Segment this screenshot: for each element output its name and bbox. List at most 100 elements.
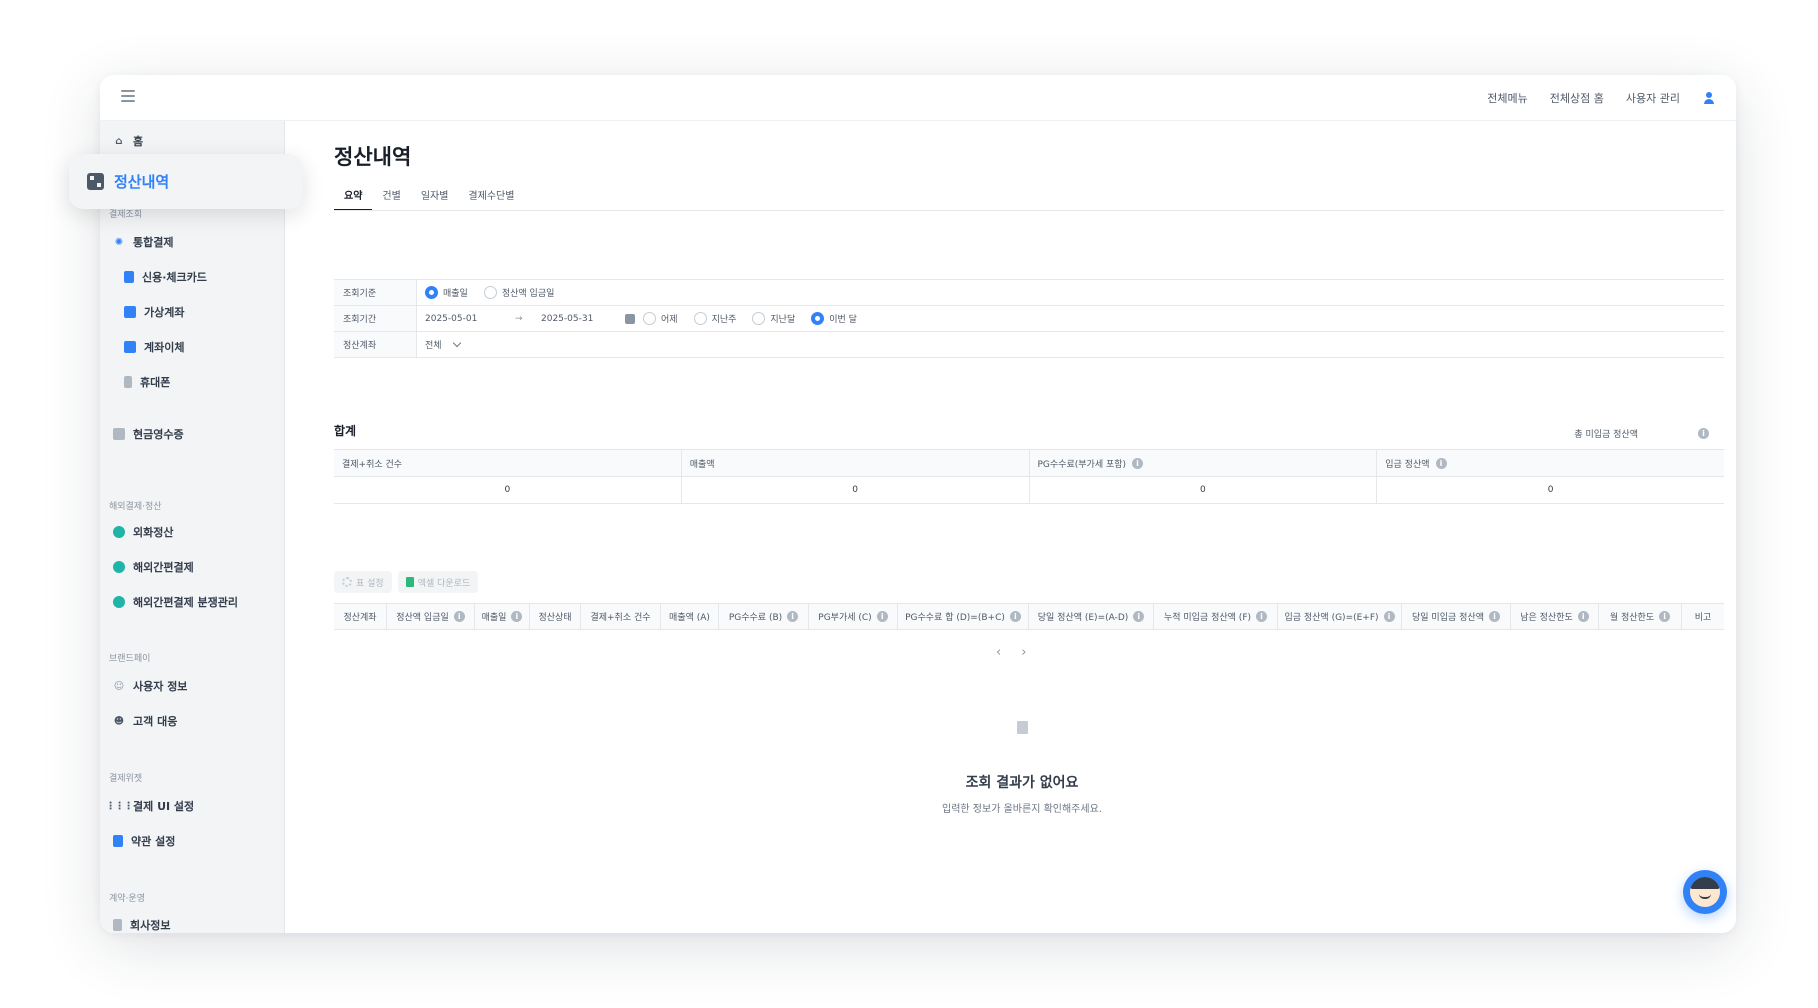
- sidebar-item-card[interactable]: 신용·체크카드: [124, 269, 207, 285]
- column-header: PG부가세 (C) i: [809, 604, 898, 629]
- sidebar-item-label: 현금영수증: [133, 428, 184, 441]
- sidebar-item-label: 홈: [133, 135, 144, 148]
- sidebar-item-home[interactable]: ⌂ 홈: [113, 133, 143, 149]
- receipt-icon: [113, 428, 125, 440]
- end-date-input[interactable]: 2025-05-31: [541, 314, 617, 324]
- info-icon[interactable]: i: [511, 611, 523, 622]
- info-icon[interactable]: i: [1383, 611, 1395, 622]
- radio-label: 어제: [661, 315, 678, 325]
- table-settings-button[interactable]: 표 설정: [334, 571, 392, 593]
- globe-icon: [113, 596, 125, 608]
- start-date-input[interactable]: 2025-05-01: [425, 314, 515, 324]
- sidebar-item-label: 고객 대응: [133, 715, 178, 728]
- info-icon[interactable]: i: [1009, 611, 1021, 622]
- sidebar-item-label: 약관 설정: [131, 835, 176, 848]
- info-icon[interactable]: i: [1256, 611, 1268, 622]
- user-management-link[interactable]: 사용자 관리: [1626, 90, 1680, 106]
- info-icon[interactable]: i: [1435, 457, 1447, 469]
- page-title: 정산내역: [334, 145, 412, 169]
- sidebar-item-label: 신용·체크카드: [142, 271, 207, 284]
- radio-icon: [643, 312, 656, 325]
- detail-table-header: 정산계좌 정산액 입금일 i 매출일 i 정산상태 결제+취소 건수 매출액 (A)…: [334, 603, 1724, 630]
- agent-icon: ☻: [113, 715, 125, 727]
- info-icon[interactable]: i: [787, 611, 799, 622]
- info-icon[interactable]: i: [1132, 457, 1144, 469]
- tab-by-method[interactable]: 결제수단별: [458, 187, 524, 211]
- column-header: 입금 정산액 (G)=(E+F) i: [1278, 604, 1402, 629]
- column-header: 매출액 (A): [661, 604, 719, 629]
- sidebar-item-overseas-simple[interactable]: 해외간편결제: [113, 559, 194, 575]
- sidebar-item-label: 해외간편결제 분쟁관리: [133, 596, 239, 609]
- top-bar: 전체메뉴 전체상점 홈 사용자 관리: [100, 75, 1736, 121]
- radio-last-month[interactable]: 지난달: [752, 312, 795, 325]
- info-icon[interactable]: i: [1659, 611, 1671, 622]
- radio-yesterday[interactable]: 어제: [643, 312, 678, 325]
- all-menu-link[interactable]: 전체메뉴: [1487, 90, 1527, 106]
- sidebar-item-transfer[interactable]: 계좌이체: [124, 339, 184, 355]
- sidebar-item-integrated[interactable]: ✺ 통합결제: [113, 234, 174, 250]
- column-header: 정산상태: [530, 604, 581, 629]
- summary-header-row: 결제+취소 건수 매출액 PG수수료(부가세 포함) i 입금 정산액 i: [334, 450, 1724, 477]
- pagination: ‹ ›: [996, 645, 1026, 660]
- active-item-label: 정산내역: [114, 173, 170, 191]
- column-label: 월 정산한도: [1609, 613, 1655, 623]
- total-unpaid: 총 미입금 정산액 i: [1574, 427, 1709, 440]
- select-value: 전체: [425, 341, 442, 351]
- sidebar-item-customer[interactable]: ☻ 고객 대응: [113, 713, 178, 729]
- transfer-icon: [124, 341, 136, 353]
- sidebar-item-terms[interactable]: 약관 설정: [113, 833, 175, 849]
- filter-label: 조회기간: [334, 306, 417, 331]
- tab-divider: [334, 210, 1724, 211]
- tab-summary[interactable]: 요약: [334, 187, 373, 211]
- excel-download-button[interactable]: 엑셀 다운로드: [397, 571, 479, 593]
- sidebar-item-ui-settings[interactable]: ⋮⋮⋮ 결제 UI 설정: [106, 798, 195, 814]
- sidebar-item-overseas-dispute[interactable]: 해외간편결제 분쟁관리: [113, 594, 238, 610]
- home-icon: ⌂: [115, 135, 123, 147]
- summary-header-cell: 입금 정산액 i: [1377, 450, 1724, 476]
- info-icon[interactable]: i: [1698, 428, 1709, 439]
- sidebar-item-company[interactable]: 회사정보: [113, 917, 170, 933]
- column-label: 정산계좌: [343, 613, 377, 623]
- sidebar-item-fx[interactable]: 외화정산: [113, 524, 173, 540]
- sidebar-item-user-info[interactable]: ☺ 사용자 정보: [113, 678, 188, 694]
- sidebar-item-cash-receipt[interactable]: 현금영수증: [113, 426, 184, 442]
- radio-selected-icon: [425, 286, 438, 299]
- user-icon[interactable]: [1702, 91, 1716, 105]
- filter-label: 조회기준: [334, 280, 417, 305]
- button-label: 표 설정: [356, 578, 384, 589]
- calendar-icon[interactable]: [625, 313, 635, 324]
- info-icon[interactable]: i: [453, 611, 465, 622]
- radio-this-month[interactable]: 이번 달: [811, 312, 857, 325]
- info-icon[interactable]: i: [1133, 611, 1145, 622]
- column-label: 당일 미입금 정산액: [1412, 613, 1484, 623]
- next-page-button[interactable]: ›: [1021, 645, 1026, 660]
- button-label: 엑셀 다운로드: [417, 578, 471, 589]
- app-window: 전체메뉴 전체상점 홈 사용자 관리 ⌂ 홈 결제조회 ✺ 통합결제 신용·체크…: [100, 75, 1736, 933]
- summary-title: 합계: [334, 424, 357, 438]
- chat-support-button[interactable]: [1683, 870, 1727, 914]
- virtual-account-icon: [124, 306, 136, 318]
- account-select[interactable]: 전체: [425, 338, 461, 351]
- tab-by-item[interactable]: 건별: [372, 187, 410, 211]
- column-label: PG수수료 (B): [728, 613, 783, 623]
- sidebar-item-virtual-account[interactable]: 가상계좌: [124, 304, 184, 320]
- summary-header-cell: PG수수료(부가세 포함) i: [1029, 450, 1378, 476]
- radio-sales-date[interactable]: 매출일: [425, 286, 468, 299]
- all-store-home-link[interactable]: 전체상점 홈: [1550, 90, 1604, 106]
- sidebar-item-phone[interactable]: 휴대폰: [124, 374, 170, 390]
- tab-by-date[interactable]: 일자별: [411, 187, 459, 211]
- sidebar-item-label: 회사정보: [130, 919, 171, 932]
- sidebar-item-settlement-active[interactable]: 정산내역: [69, 154, 303, 209]
- sidebar-item-label: 계좌이체: [144, 341, 185, 354]
- hamburger-icon[interactable]: [117, 87, 139, 109]
- info-icon[interactable]: i: [1488, 611, 1500, 622]
- summary-table: 결제+취소 건수 매출액 PG수수료(부가세 포함) i 입금 정산액 i 0 0 …: [334, 449, 1724, 504]
- info-icon[interactable]: i: [876, 611, 888, 622]
- info-icon[interactable]: i: [1577, 611, 1589, 622]
- sidebar-item-label: 해외간편결제: [133, 561, 194, 574]
- radio-last-week[interactable]: 지난주: [693, 312, 736, 325]
- radio-deposit-date[interactable]: 정산액 입금일: [483, 286, 554, 299]
- prev-page-button[interactable]: ‹: [996, 645, 1001, 660]
- section-overseas: 해외결제·정산: [109, 502, 162, 512]
- filter-label: 정산계좌: [334, 332, 417, 357]
